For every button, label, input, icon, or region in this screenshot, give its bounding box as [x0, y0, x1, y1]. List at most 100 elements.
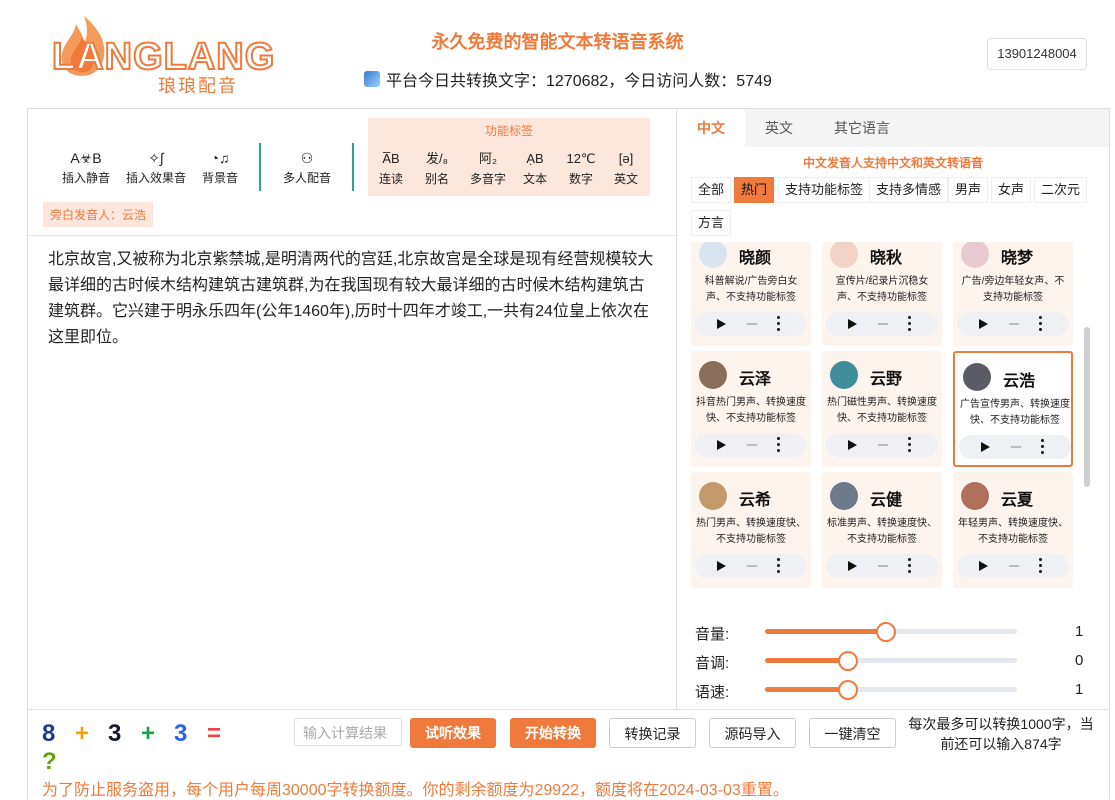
more-icon[interactable]: [908, 316, 911, 332]
voice-card[interactable]: 晓颜 科普解说/广告旁白女声、不支持功能标签: [691, 242, 811, 346]
divider: [259, 143, 261, 191]
alias-tag-button[interactable]: 发/₈ 别名: [417, 148, 457, 187]
tab-english[interactable]: 英文: [765, 109, 793, 147]
slider-knob[interactable]: [875, 622, 896, 642]
filter-function-tags[interactable]: 支持功能标签: [778, 177, 871, 203]
tab-other-languages[interactable]: 其它语言: [834, 109, 890, 147]
progress-bar: [1009, 565, 1019, 567]
user-phone-button[interactable]: 13901248004: [987, 38, 1087, 70]
narrator-badge[interactable]: 旁白发音人：云浩: [43, 202, 154, 227]
filter-female[interactable]: 女声: [991, 177, 1032, 203]
voice-card[interactable]: 晓梦 广告/旁边年轻女声、不支持功能标签: [953, 242, 1073, 346]
insert-silence-button[interactable]: A☣B 插入静音: [58, 147, 114, 186]
start-convert-button[interactable]: 开始转换: [510, 718, 596, 748]
char-limit-info: 每次最多可以转换1000字，当前还可以输入874字: [908, 716, 1094, 752]
liaison-tag-button[interactable]: A̅B 连读: [371, 148, 411, 187]
play-icon[interactable]: [981, 442, 990, 452]
audio-player[interactable]: [959, 435, 1071, 459]
more-icon[interactable]: [908, 437, 911, 453]
voice-card[interactable]: 云希 热门男声、转换速度快、不支持功能标签: [691, 472, 811, 588]
number-tag-button[interactable]: 12℃ 数字: [561, 148, 601, 187]
history-button[interactable]: 转换记录: [609, 718, 696, 748]
func-label: 别名: [424, 172, 449, 186]
silence-icon: A☣B: [70, 150, 102, 166]
voice-card-selected[interactable]: 云浩 广告宣传男声、转换速度快、不支持功能标签: [953, 351, 1073, 467]
voice-card[interactable]: 云野 热门磁性男声、转换速度快、不支持功能标签: [822, 351, 942, 467]
slider-track[interactable]: [765, 680, 1017, 700]
filter-all[interactable]: 全部: [691, 177, 732, 203]
slider-track[interactable]: [765, 651, 1017, 671]
slider-track[interactable]: [765, 622, 1017, 642]
audio-player[interactable]: [695, 312, 807, 336]
action-bar: 8 +3 +3 =? 输入计算结果 试听效果 开始转换 转换记录 源码导入 一键清空 …: [27, 708, 1110, 799]
import-button[interactable]: 源码导入: [709, 718, 796, 748]
play-icon[interactable]: [717, 440, 726, 450]
play-icon[interactable]: [979, 319, 988, 329]
audio-player[interactable]: [957, 312, 1069, 336]
text-tag-button[interactable]: ẠB 文本: [515, 148, 555, 187]
audio-player[interactable]: [695, 433, 807, 457]
func-label: 多音字: [469, 172, 506, 186]
voice-name: 晓秋: [870, 250, 903, 267]
filter-multi-emotion[interactable]: 支持多情感: [869, 177, 949, 203]
filter-anime[interactable]: 二次元: [1034, 177, 1088, 203]
play-icon[interactable]: [717, 561, 726, 571]
voice-name: 云浩: [1003, 373, 1036, 390]
volume-slider[interactable]: 音量: 1: [677, 617, 1109, 647]
language-tabs: 中文 英文 其它语言: [677, 109, 1109, 147]
background-music-button[interactable]: ◔♫ 背景音: [198, 147, 242, 186]
play-icon[interactable]: [979, 561, 988, 571]
filter-hot[interactable]: 热门: [734, 177, 775, 203]
tab-chinese[interactable]: 中文: [677, 109, 745, 147]
audio-player[interactable]: [957, 554, 1069, 578]
filter-male[interactable]: 男声: [948, 177, 989, 203]
more-icon[interactable]: [1039, 316, 1042, 332]
insert-effect-button[interactable]: ✧∫ 插入效果音: [124, 147, 188, 186]
voice-card[interactable]: 云泽 抖音热门男声、转换速度快、不支持功能标签: [691, 351, 811, 467]
more-icon[interactable]: [908, 558, 911, 574]
editor-toolbar: A☣B 插入静音 ✧∫ 插入效果音 ◔♫ 背景音 ⚇ 多人配音 功能标签 A̅B…: [28, 109, 677, 236]
audio-player[interactable]: [826, 312, 938, 336]
slider-value: 1: [1075, 681, 1084, 698]
speed-slider[interactable]: 语速: 1: [677, 675, 1109, 705]
voice-list: 晓颜 科普解说/广告旁白女声、不支持功能标签 晓秋 宣传片/纪录片沉稳女声、不支…: [691, 242, 1081, 592]
more-icon[interactable]: [777, 437, 780, 453]
preview-button[interactable]: 试听效果: [410, 718, 496, 748]
slider-knob[interactable]: [838, 651, 859, 671]
play-icon[interactable]: [848, 561, 857, 571]
voice-desc: 广告宣传男声、转换速度快、不支持功能标签: [960, 399, 1070, 426]
site-stats: 平台今日共转换文字：1270682，今日访问人数：5749: [364, 67, 772, 91]
slider-label: 语速:: [695, 684, 730, 701]
function-tags-caption: 功能标签: [484, 124, 533, 138]
polyphone-tag-button[interactable]: 阿₂ 多音字: [466, 148, 510, 187]
filter-dialect[interactable]: 方言: [691, 210, 732, 236]
audio-player[interactable]: [826, 433, 938, 457]
play-icon[interactable]: [717, 319, 726, 329]
more-icon[interactable]: [777, 558, 780, 574]
english-tag-button[interactable]: [ə] 英文: [606, 148, 646, 187]
voice-card[interactable]: 云健 标准男声、转换速度快、不支持功能标签: [822, 472, 942, 588]
voice-name: 云泽: [739, 371, 772, 388]
slider-knob[interactable]: [838, 680, 859, 700]
voice-list-scrollbar[interactable]: [1084, 327, 1090, 487]
voice-card[interactable]: 晓秋 宣传片/纪录片沉稳女声、不支持功能标签: [822, 242, 942, 346]
captcha-answer-input[interactable]: 输入计算结果: [294, 718, 402, 746]
more-icon[interactable]: [777, 316, 780, 332]
pitch-slider[interactable]: 音调: 0: [677, 646, 1109, 676]
progress-bar: [1011, 446, 1021, 448]
quota-notice: 为了防止服务盗用，每个用户每周30000字转换额度。你的剩余额度为29922，额…: [42, 782, 789, 799]
more-icon[interactable]: [1041, 439, 1044, 455]
avatar: [830, 482, 858, 510]
text-editor[interactable]: 北京故宫,又被称为北京紫禁城,是明清两代的宫廷,北京故宫是全球是现有经营规模较大…: [48, 247, 660, 351]
audio-player[interactable]: [826, 554, 938, 578]
multi-voice-button[interactable]: ⚇ 多人配音: [280, 147, 334, 186]
tool-label: 插入效果音: [125, 171, 186, 185]
audio-player[interactable]: [695, 554, 807, 578]
play-icon[interactable]: [848, 319, 857, 329]
progress-bar: [878, 565, 888, 567]
clear-button[interactable]: 一键清空: [809, 718, 896, 748]
more-icon[interactable]: [1039, 558, 1042, 574]
play-icon[interactable]: [848, 440, 857, 450]
voice-card[interactable]: 云夏 年轻男声、转换速度快、不支持功能标签: [953, 472, 1073, 588]
logo: LANGLANG 琅琅配音: [51, 14, 275, 96]
